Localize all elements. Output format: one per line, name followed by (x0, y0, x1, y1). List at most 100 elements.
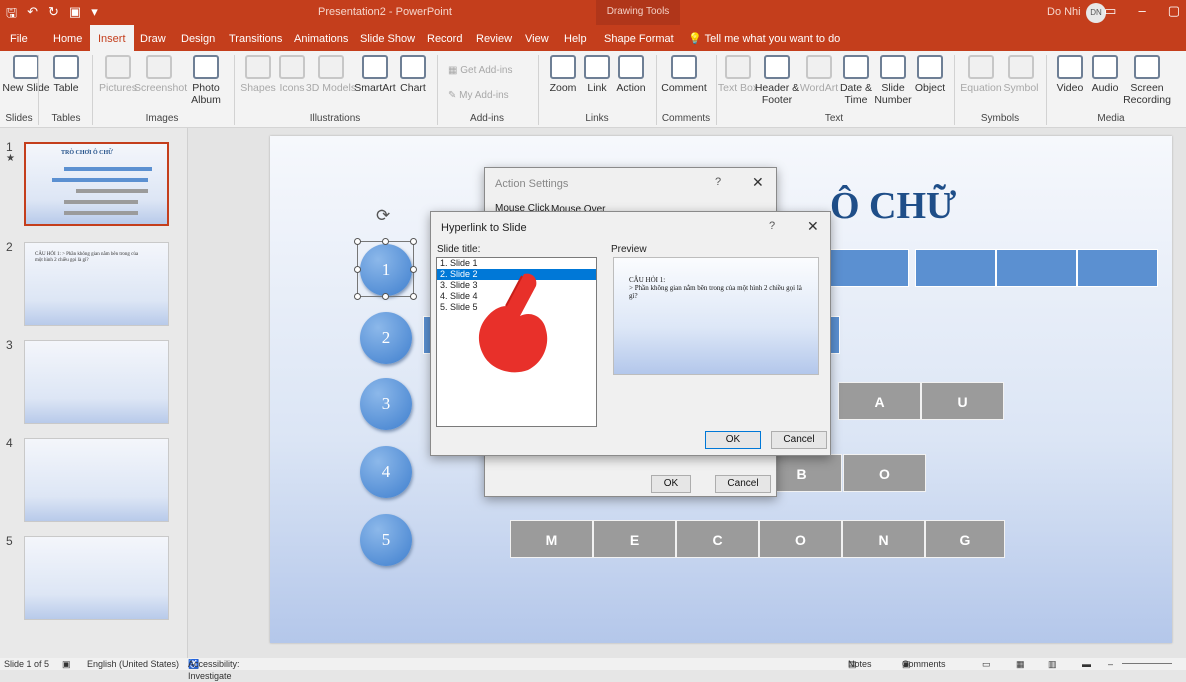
zoom-out-icon[interactable]: – (1108, 658, 1113, 670)
get-addins-button[interactable]: ▦ Get Add-ins (448, 65, 513, 76)
slide-show-icon[interactable]: ▬ (1082, 658, 1091, 670)
puzzle-cell[interactable]: O (843, 454, 926, 492)
number-circle-5[interactable]: 5 (360, 514, 412, 566)
rotate-handle-icon[interactable]: ⟳ (376, 206, 390, 226)
resize-handle[interactable] (410, 238, 417, 245)
thumb-row (52, 178, 148, 182)
action-button[interactable]: Action (605, 55, 657, 94)
cancel-button[interactable]: Cancel (771, 431, 827, 449)
customize-qat-icon[interactable]: ▾ (91, 4, 98, 26)
slide-thumbnail-2[interactable]: CÂU HỎI 1: > Phần không gian nằm bên tro… (24, 242, 169, 326)
tab-review[interactable]: Review (476, 25, 512, 51)
ok-button[interactable]: OK (705, 431, 761, 449)
present-icon[interactable]: ▣ (69, 4, 81, 26)
text-box-icon (725, 55, 751, 79)
help-icon[interactable]: ? (715, 176, 721, 188)
puzzle-cell[interactable]: A (838, 382, 921, 420)
puzzle-cell[interactable]: O (759, 520, 842, 558)
undo-icon[interactable]: ↶ (27, 4, 38, 26)
my-addins-button[interactable]: ✎ My Add-ins (448, 90, 509, 101)
preview-text: CÂU HỎI 1: > Phần không gian nằm bên tro… (629, 276, 802, 300)
tab-slide-show[interactable]: Slide Show (360, 25, 415, 51)
resize-handle[interactable] (382, 238, 389, 245)
tab-transitions[interactable]: Transitions (229, 25, 282, 51)
puzzle-cell[interactable]: C (676, 520, 759, 558)
screenshot-icon (146, 55, 172, 79)
puzzle-cell[interactable]: U (921, 382, 1004, 420)
slide-thumbnail-pane: 1 ★ TRÒ CHƠI Ô CHỮ 2 CÂU HỎI 1: > Phần k… (0, 128, 188, 658)
chart-icon (400, 55, 426, 79)
tell-me-search[interactable]: 💡 Tell me what you want to do (688, 25, 840, 53)
puzzle-cell[interactable]: E (593, 520, 676, 558)
group-label-text: Text (824, 113, 844, 124)
resize-handle[interactable] (410, 293, 417, 300)
screenshot-button[interactable]: Screenshot (134, 55, 187, 94)
zoom-slider[interactable] (1122, 663, 1172, 664)
resize-handle[interactable] (354, 293, 361, 300)
puzzle-cell[interactable] (828, 249, 909, 287)
thumb-row (64, 211, 138, 215)
photo-album-button[interactable]: Photo Album (180, 55, 232, 106)
resize-handle[interactable] (382, 293, 389, 300)
puzzle-cell[interactable] (1077, 249, 1158, 287)
reading-view-icon[interactable]: ▥ (1048, 658, 1057, 670)
slide-thumbnail-1[interactable]: TRÒ CHƠI Ô CHỮ (24, 142, 169, 226)
slide-sorter-icon[interactable]: ▦ (1016, 658, 1025, 670)
puzzle-cell[interactable] (915, 249, 996, 287)
group-label-symbols: Symbols (980, 113, 1020, 124)
group-divider (38, 55, 39, 125)
chart-button[interactable]: Chart (387, 55, 439, 94)
resize-handle[interactable] (410, 266, 417, 273)
ok-button[interactable]: OK (651, 475, 691, 493)
help-icon[interactable]: ? (769, 220, 775, 232)
minimize-icon[interactable]: – (1138, 3, 1145, 19)
slide-title[interactable]: Ô CHỮ (830, 184, 956, 228)
user-name[interactable]: Do Nhi (1047, 6, 1081, 18)
close-icon[interactable]: ✕ (807, 218, 819, 235)
maximize-icon[interactable]: ▢ (1168, 3, 1180, 19)
smartart-icon (362, 55, 388, 79)
puzzle-cell[interactable] (996, 249, 1077, 287)
tab-animations[interactable]: Animations (294, 25, 348, 51)
puzzle-cell[interactable]: G (925, 520, 1005, 558)
resize-handle[interactable] (354, 238, 361, 245)
tab-record[interactable]: Record (427, 25, 462, 51)
save-icon[interactable]: 🖫 (6, 4, 17, 26)
header-footer-icon (764, 55, 790, 79)
slide-thumbnail-4[interactable] (24, 438, 169, 522)
number-circle-2[interactable]: 2 (360, 312, 412, 364)
puzzle-cell[interactable]: N (842, 520, 925, 558)
list-item[interactable]: 1. Slide 1 (437, 258, 596, 269)
title-bar: 🖫 ↶ ↻ ▣ ▾ Presentation2 - PowerPoint Dra… (0, 0, 1186, 25)
slide-thumbnail-3[interactable] (24, 340, 169, 424)
spelling-icon[interactable]: ▣ (62, 658, 71, 670)
puzzle-cell[interactable]: M (510, 520, 593, 558)
slide-thumbnail-5[interactable] (24, 536, 169, 620)
number-circle-3[interactable]: 3 (360, 378, 412, 430)
tab-shape-format[interactable]: Shape Format (604, 25, 674, 51)
group-label-links: Links (585, 113, 609, 124)
symbol-button[interactable]: Symbol (995, 55, 1047, 94)
redo-icon[interactable]: ↻ (48, 4, 59, 26)
tab-file[interactable]: File (10, 25, 28, 51)
puzzle-cell[interactable] (830, 316, 840, 354)
tab-draw[interactable]: Draw (140, 25, 166, 51)
language[interactable]: English (United States) (87, 658, 179, 670)
avatar[interactable]: DN (1086, 3, 1106, 23)
cancel-button[interactable]: Cancel (715, 475, 771, 493)
number-circle-4[interactable]: 4 (360, 446, 412, 498)
tab-home[interactable]: Home (53, 25, 82, 51)
ribbon: New Slide Slides Table Tables Pictures S… (0, 51, 1186, 128)
tab-insert[interactable]: Insert (90, 25, 134, 51)
resize-handle[interactable] (354, 266, 361, 273)
tab-design[interactable]: Design (181, 25, 215, 51)
comment-button[interactable]: Comment (658, 55, 710, 94)
tab-help[interactable]: Help (564, 25, 587, 51)
normal-view-icon[interactable]: ▭ (982, 658, 991, 670)
ribbon-display-icon[interactable]: ▭ (1104, 3, 1116, 19)
tab-view[interactable]: View (525, 25, 549, 51)
close-icon[interactable]: ✕ (752, 174, 764, 191)
table-button[interactable]: Table (40, 55, 92, 94)
screen-recording-button[interactable]: Screen Recording (1118, 55, 1176, 106)
object-button[interactable]: Object (904, 55, 956, 94)
